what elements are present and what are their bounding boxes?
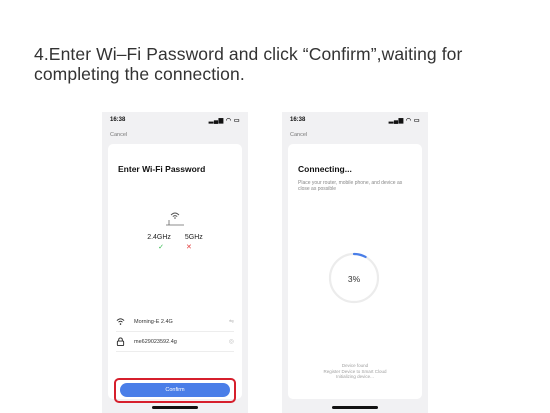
eye-icon[interactable]: ◎ [229,338,234,345]
home-indicator [152,406,198,409]
wifi-icon [116,317,126,327]
router-icon [166,212,184,226]
cross-icon: ✕ [185,244,192,251]
status-bar: 16:38 ▂▄▆ ◠ ▭ [290,117,420,127]
phone-screenshot-connecting: 16:38 ▂▄▆ ◠ ▭ Cancel Connecting... Place… [282,112,428,413]
step-initializing: Initializing device... [336,374,374,379]
password-value: me629023592.4g [134,339,177,345]
connecting-card: Connecting... Place your router, mobile … [288,144,422,399]
signal-wifi-battery-icon: ▂▄▆ ◠ ▭ [388,118,420,124]
page-title: Connecting... [298,164,352,174]
instruction-line-1: 4.Enter Wi–Fi Password and click “Confir… [34,44,463,64]
wifi-name-field[interactable]: Morning-E 2.4G ⇋ [116,317,234,329]
status-time: 16:38 [110,117,126,123]
wifi-name-value: Morning-E 2.4G [134,319,173,325]
divider [116,351,234,352]
band-labels: 2.4GHz 5GHz [108,234,242,241]
signal-wifi-battery-icon: ▂▄▆ ◠ ▭ [208,118,240,124]
band-support-marks: ✓ ✕ [108,243,242,251]
phone-screenshot-wifi-password: 16:38 ▂▄▆ ◠ ▭ Cancel Enter Wi-Fi Passwor… [102,112,248,413]
wifi-password-card: Enter Wi-Fi Password 2.4GHz 5GHz ✓ ✕ Mor… [108,144,242,403]
connection-steps: Device found Register Device to Smart Cl… [288,363,422,380]
status-bar: 16:38 ▂▄▆ ◠ ▭ [110,117,240,127]
progress-ring: 3% [322,246,386,310]
cancel-link[interactable]: Cancel [110,132,127,138]
check-icon: ✓ [158,244,165,251]
placement-hint: Place your router, mobile phone, and dev… [298,180,403,192]
instruction-text: 4.Enter Wi–Fi Password and click “Confir… [34,44,544,84]
cancel-link[interactable]: Cancel [290,132,307,138]
divider [116,331,234,332]
confirm-highlight-frame: Confirm [114,378,236,403]
status-time: 16:38 [290,117,306,123]
switch-network-icon[interactable]: ⇋ [229,318,234,325]
confirm-button[interactable]: Confirm [120,383,230,397]
page-title: Enter Wi-Fi Password [118,164,206,174]
lock-icon [116,337,126,347]
band-24ghz-label: 2.4GHz [147,234,171,241]
instruction-line-2: completing the connection. [34,64,245,84]
password-field[interactable]: me629023592.4g ◎ [116,337,234,349]
band-5ghz-label: 5GHz [184,234,203,241]
progress-percent: 3% [347,274,361,284]
home-indicator [332,406,378,409]
